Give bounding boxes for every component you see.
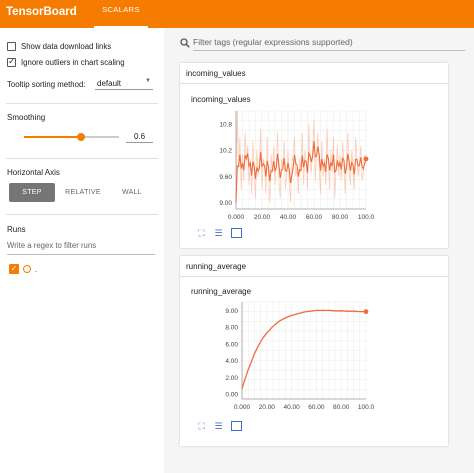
x-tick-label: 20.00 (254, 214, 271, 221)
x-tick-label: 80.00 (332, 214, 349, 221)
ignore-outliers-label: Ignore outliers in chart scaling (21, 58, 125, 67)
y-tick-label: 9.60 (219, 174, 232, 181)
smoothing-slider[interactable] (24, 133, 119, 141)
run-checkbox[interactable]: ✓ (9, 264, 19, 274)
chart-running-average[interactable]: 0.000 20.00 40.00 60.00 80.00 100.0 0.00 2.00 4.… (180, 294, 448, 422)
y-tick-label: 6.00 (225, 341, 238, 348)
card-divider (180, 276, 448, 277)
expand-icon[interactable] (231, 228, 242, 238)
x-tick-label: 0.000 (228, 214, 245, 221)
search-icon (180, 38, 190, 48)
axis-relative-button[interactable]: RELATIVE (58, 183, 108, 202)
y-tick-label: 0.00 (225, 391, 238, 398)
y-tick-label: 2.00 (225, 375, 238, 382)
horizontal-axis-title: Horizontal Axis (7, 168, 60, 177)
run-item[interactable]: ✓ . (9, 264, 37, 274)
y-tick-label: 9.00 (219, 200, 232, 207)
smoothing-title: Smoothing (7, 113, 46, 122)
axis-wall-button[interactable]: WALL (110, 183, 154, 202)
run-name: . (35, 264, 38, 274)
x-tick-label: 40.00 (283, 404, 300, 411)
chart-incoming-values[interactable]: 0.000 20.00 40.00 60.00 80.00 100.0 9.00 9.60 10… (180, 103, 448, 223)
tag-filter-input[interactable]: Filter tags (regular expressions support… (193, 37, 465, 51)
log-scale-icon[interactable]: ☰ (213, 421, 224, 431)
x-tick-label: 0.000 (234, 404, 251, 411)
chevron-down-icon: ▼ (145, 78, 151, 84)
card-title: running_average (186, 262, 247, 271)
tooltip-sort-label: Tooltip sorting method: (7, 80, 86, 89)
last-point-marker (363, 156, 369, 162)
smoothing-value-input[interactable]: 0.6 (126, 130, 153, 143)
x-tick-label: 80.00 (333, 404, 350, 411)
last-point-marker (363, 309, 369, 315)
ignore-outliers-checkbox[interactable] (7, 56, 16, 67)
x-tick-label: 20.00 (259, 404, 276, 411)
x-tick-label: 100.0 (358, 404, 375, 411)
fit-domain-icon[interactable]: ⛶ (196, 228, 207, 238)
card-title: incoming_values (186, 69, 246, 78)
divider (6, 158, 158, 159)
expand-icon[interactable] (231, 421, 242, 431)
smoothing-slider-fill (24, 136, 81, 138)
show-download-label: Show data download links (21, 42, 112, 51)
log-scale-icon[interactable]: ☰ (213, 228, 224, 238)
x-tick-label: 40.00 (280, 214, 297, 221)
y-tick-label: 9.00 (225, 308, 238, 315)
tooltip-sort-select[interactable]: default ▼ (95, 77, 153, 90)
ignore-outliers-row[interactable]: Ignore outliers in chart scaling (7, 56, 125, 67)
y-tick-label: 4.00 (225, 358, 238, 365)
show-download-row[interactable]: Show data download links (7, 42, 111, 51)
smoothing-slider-knob[interactable] (77, 133, 85, 141)
y-tick-label: 8.00 (225, 325, 238, 332)
chart-card-incoming-values: incoming_values incoming_values 0.000 20.… (180, 63, 448, 248)
x-tick-label: 60.00 (308, 404, 325, 411)
sidebar: Show data download links Ignore outliers… (0, 28, 164, 473)
y-tick-label: 10.8 (219, 122, 232, 129)
run-color-swatch[interactable] (23, 265, 31, 273)
runs-filter-input[interactable]: Write a regex to filter runs (7, 241, 155, 255)
app-title: TensorBoard (6, 6, 77, 18)
y-tick-label: 10.2 (219, 148, 232, 155)
fit-domain-icon[interactable]: ⛶ (196, 421, 207, 431)
axis-step-button[interactable]: STEP (9, 183, 55, 202)
tab-scalars-label: SCALARS (102, 5, 140, 14)
runs-title: Runs (7, 225, 26, 234)
divider (6, 103, 158, 104)
divider (6, 214, 158, 215)
top-bar: TensorBoard SCALARS (0, 0, 474, 28)
chart-card-running-average: running_average running_average 0.000 20.… (180, 256, 448, 446)
show-download-checkbox[interactable] (7, 42, 16, 51)
tooltip-sort-value: default (97, 79, 122, 88)
x-tick-label: 100.0 (358, 214, 375, 221)
card-divider (180, 83, 448, 84)
tab-scalars[interactable]: SCALARS (86, 0, 156, 28)
x-tick-label: 60.00 (306, 214, 323, 221)
